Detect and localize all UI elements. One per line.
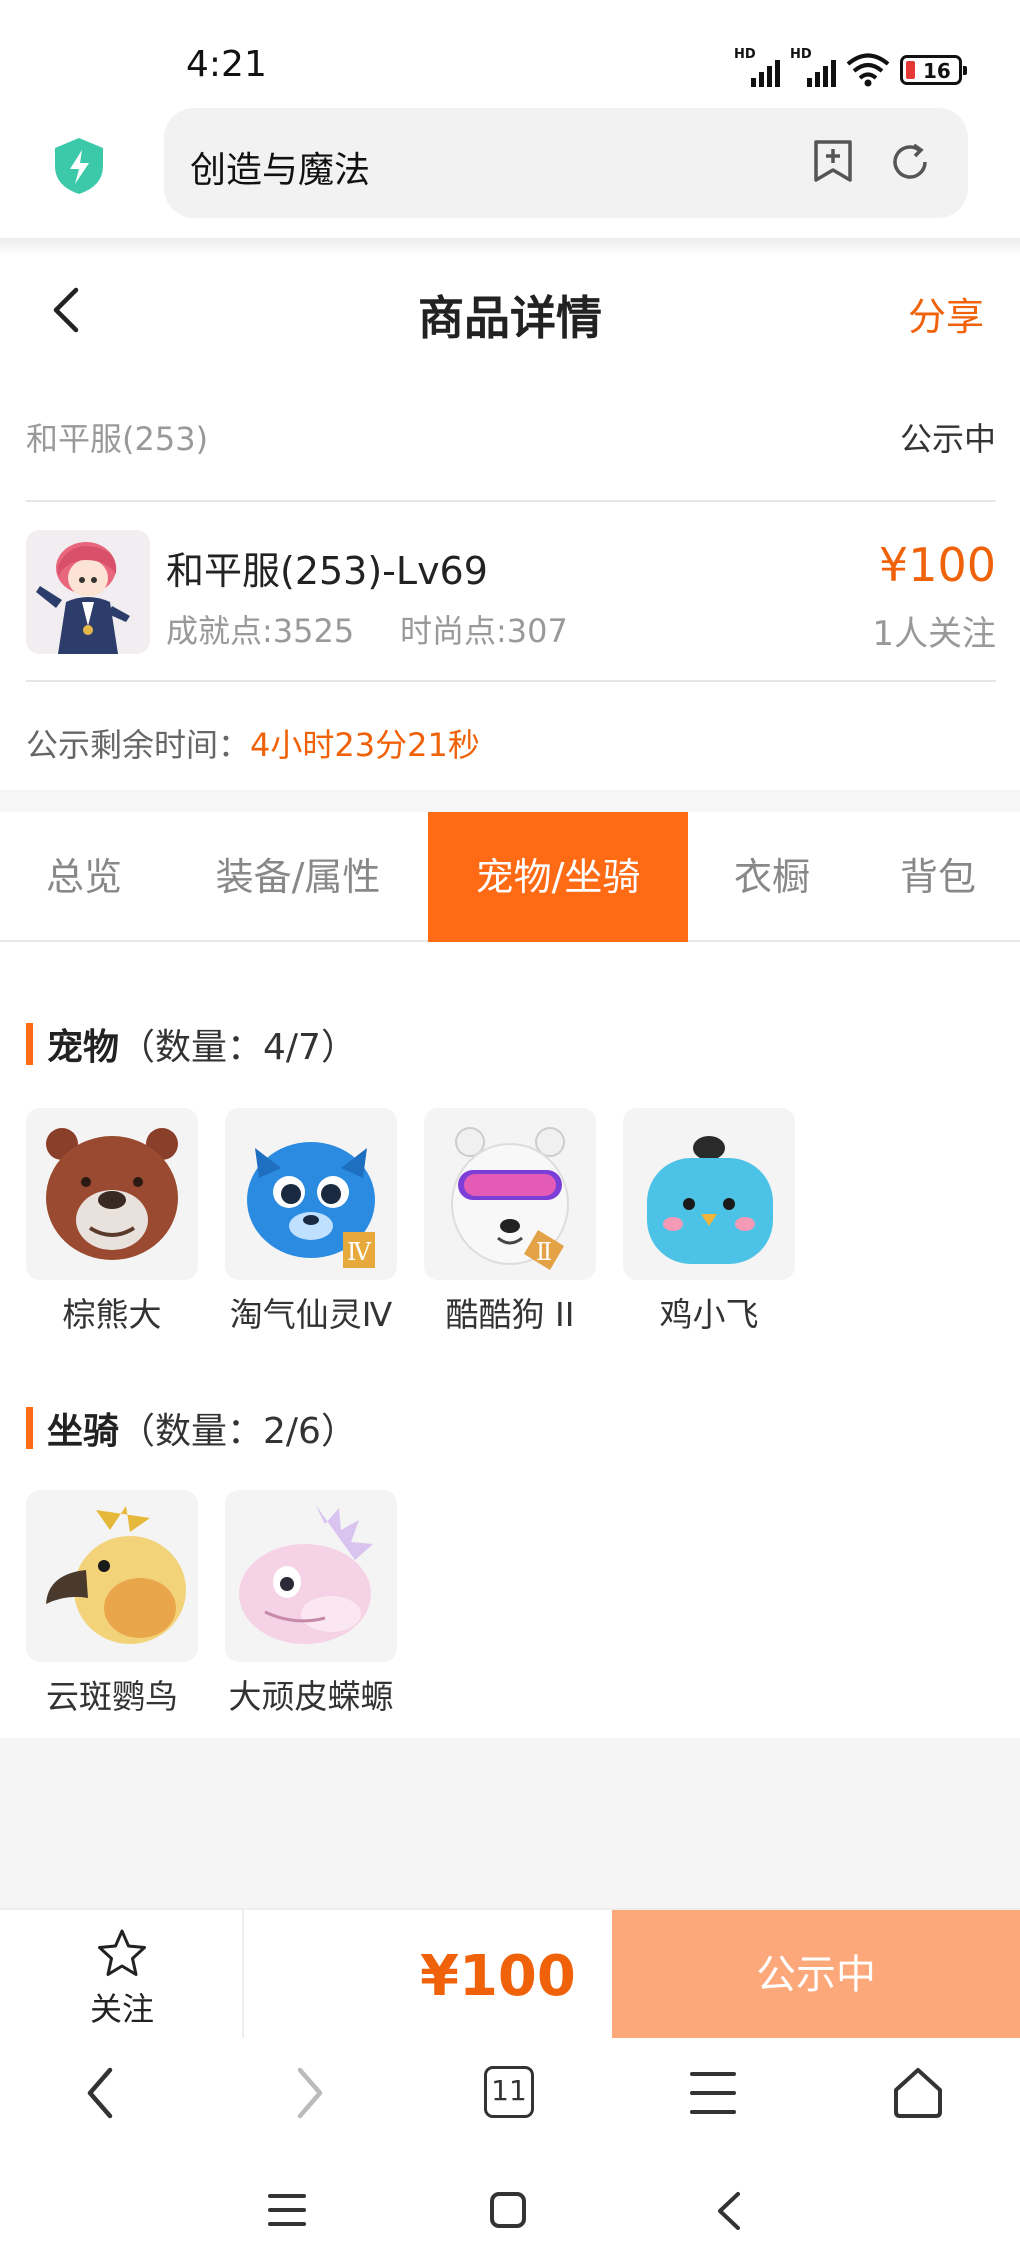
pet-item[interactable]: Ⅳ 淘气仙灵Ⅳ: [225, 1108, 397, 1336]
section-separator: [0, 790, 1020, 812]
follow-label: 关注: [89, 1990, 154, 2028]
page-title: 商品详情: [418, 291, 602, 345]
parrot-mount-image: [26, 1490, 198, 1662]
server-name: 和平服(253): [26, 420, 209, 458]
salamander-mount-image: [225, 1490, 397, 1662]
security-shield-icon[interactable]: [52, 136, 106, 196]
recent-apps-icon[interactable]: [266, 2190, 308, 2230]
tab-wardrobe[interactable]: 衣橱: [688, 812, 856, 942]
pet-name: 棕熊大: [62, 1295, 162, 1334]
nav-forward-icon[interactable]: [290, 2066, 330, 2120]
page-background: [0, 1738, 1020, 1910]
divider: [26, 500, 996, 502]
remaining-time-label: 公示剩余时间：: [26, 726, 251, 764]
tab-bar: 总览 装备/属性 宠物/坐骑 衣橱 背包: [0, 812, 1020, 942]
tab-overview[interactable]: 总览: [0, 812, 168, 942]
mount-name: 云斑鹦鸟: [46, 1677, 178, 1716]
listing-status: 公示中: [899, 420, 996, 458]
nav-back-icon[interactable]: [80, 2066, 120, 2120]
system-home-icon[interactable]: [488, 2190, 528, 2230]
mounts-title: 坐骑: [47, 1411, 120, 1452]
home-icon[interactable]: [892, 2066, 944, 2120]
follow-button[interactable]: 关注: [0, 1910, 244, 2040]
mount-item[interactable]: 云斑鹦鸟: [26, 1490, 198, 1718]
pet-item[interactable]: 棕熊大: [26, 1108, 198, 1336]
listing-price: ¥100: [878, 538, 996, 592]
refresh-icon[interactable]: [888, 140, 932, 184]
achievement-points: 成就点:3525: [166, 612, 355, 650]
pets-section-title: 宠物 （数量：4/7）: [26, 1018, 357, 1070]
pet-item[interactable]: 鸡小飞: [623, 1108, 795, 1336]
pet-name: 酷酷狗 II: [445, 1295, 575, 1334]
pet-item[interactable]: Ⅱ 酷酷狗 II: [424, 1108, 596, 1336]
dog-pet-image: Ⅱ: [424, 1108, 596, 1280]
tab-backpack[interactable]: 背包: [856, 812, 1020, 942]
status-bar: 4:21 HD HD 16: [0, 0, 1020, 110]
remaining-time-value: 4小时23分21秒: [250, 726, 480, 764]
toolbar-shadow: [0, 238, 1020, 256]
share-button[interactable]: 分享: [908, 286, 984, 341]
pet-name: 淘气仙灵Ⅳ: [229, 1295, 393, 1334]
mounts-count: （数量：2/6）: [119, 1411, 357, 1452]
wifi-icon: [846, 53, 890, 87]
fashion-points: 时尚点:307: [400, 612, 568, 650]
system-back-icon[interactable]: [712, 2190, 746, 2232]
divider: [26, 680, 996, 682]
svg-text:Ⅳ: Ⅳ: [347, 1238, 372, 1266]
listing-name: 和平服(253)-Lv69: [166, 549, 488, 593]
page-header: 商品详情 分享: [0, 256, 1020, 360]
pets-count: （数量：4/7）: [119, 1027, 357, 1068]
menu-icon[interactable]: [688, 2066, 738, 2120]
status-icons: HD HD 16: [734, 47, 967, 90]
browser-nav-bar: 11: [0, 2038, 1020, 2148]
follower-count: 1人关注: [872, 614, 996, 654]
mount-item[interactable]: 大顽皮蝾螈: [225, 1490, 397, 1718]
battery-icon: 16: [900, 55, 967, 85]
svg-text:Ⅱ: Ⅱ: [536, 1238, 552, 1266]
address-bar[interactable]: 创造与魔法: [164, 108, 968, 218]
status-time: 4:21: [186, 44, 267, 85]
publicity-status-button[interactable]: 公示中: [612, 1910, 1020, 2040]
signal-icon-2: HD: [790, 47, 836, 87]
fairy-pet-image: Ⅳ: [225, 1108, 397, 1280]
pet-name: 鸡小飞: [659, 1295, 759, 1334]
bear-pet-image: [26, 1108, 198, 1280]
character-avatar: [26, 530, 150, 654]
remaining-time: 公示剩余时间：4小时23分21秒: [26, 720, 480, 766]
tabs-count-icon[interactable]: 11: [484, 2066, 534, 2118]
chick-pet-image: [623, 1108, 795, 1280]
add-bookmark-icon[interactable]: [812, 138, 854, 184]
bottom-price: ¥100: [420, 1944, 576, 2009]
tab-pets-mounts[interactable]: 宠物/坐骑: [428, 812, 688, 942]
system-nav-bar: [0, 2148, 1020, 2267]
mounts-section-title: 坐骑 （数量：2/6）: [26, 1402, 357, 1454]
address-text[interactable]: 创造与魔法: [190, 141, 370, 193]
browser-top-bar: 创造与魔法: [0, 108, 1020, 238]
signal-icon: HD: [734, 47, 780, 87]
star-icon: [98, 1929, 146, 1976]
mount-name: 大顽皮蝾螈: [228, 1677, 394, 1716]
bottom-action-bar: 关注 ¥100 公示中: [0, 1908, 1020, 2040]
pets-title: 宠物: [47, 1027, 120, 1068]
tab-equipment[interactable]: 装备/属性: [168, 812, 428, 942]
